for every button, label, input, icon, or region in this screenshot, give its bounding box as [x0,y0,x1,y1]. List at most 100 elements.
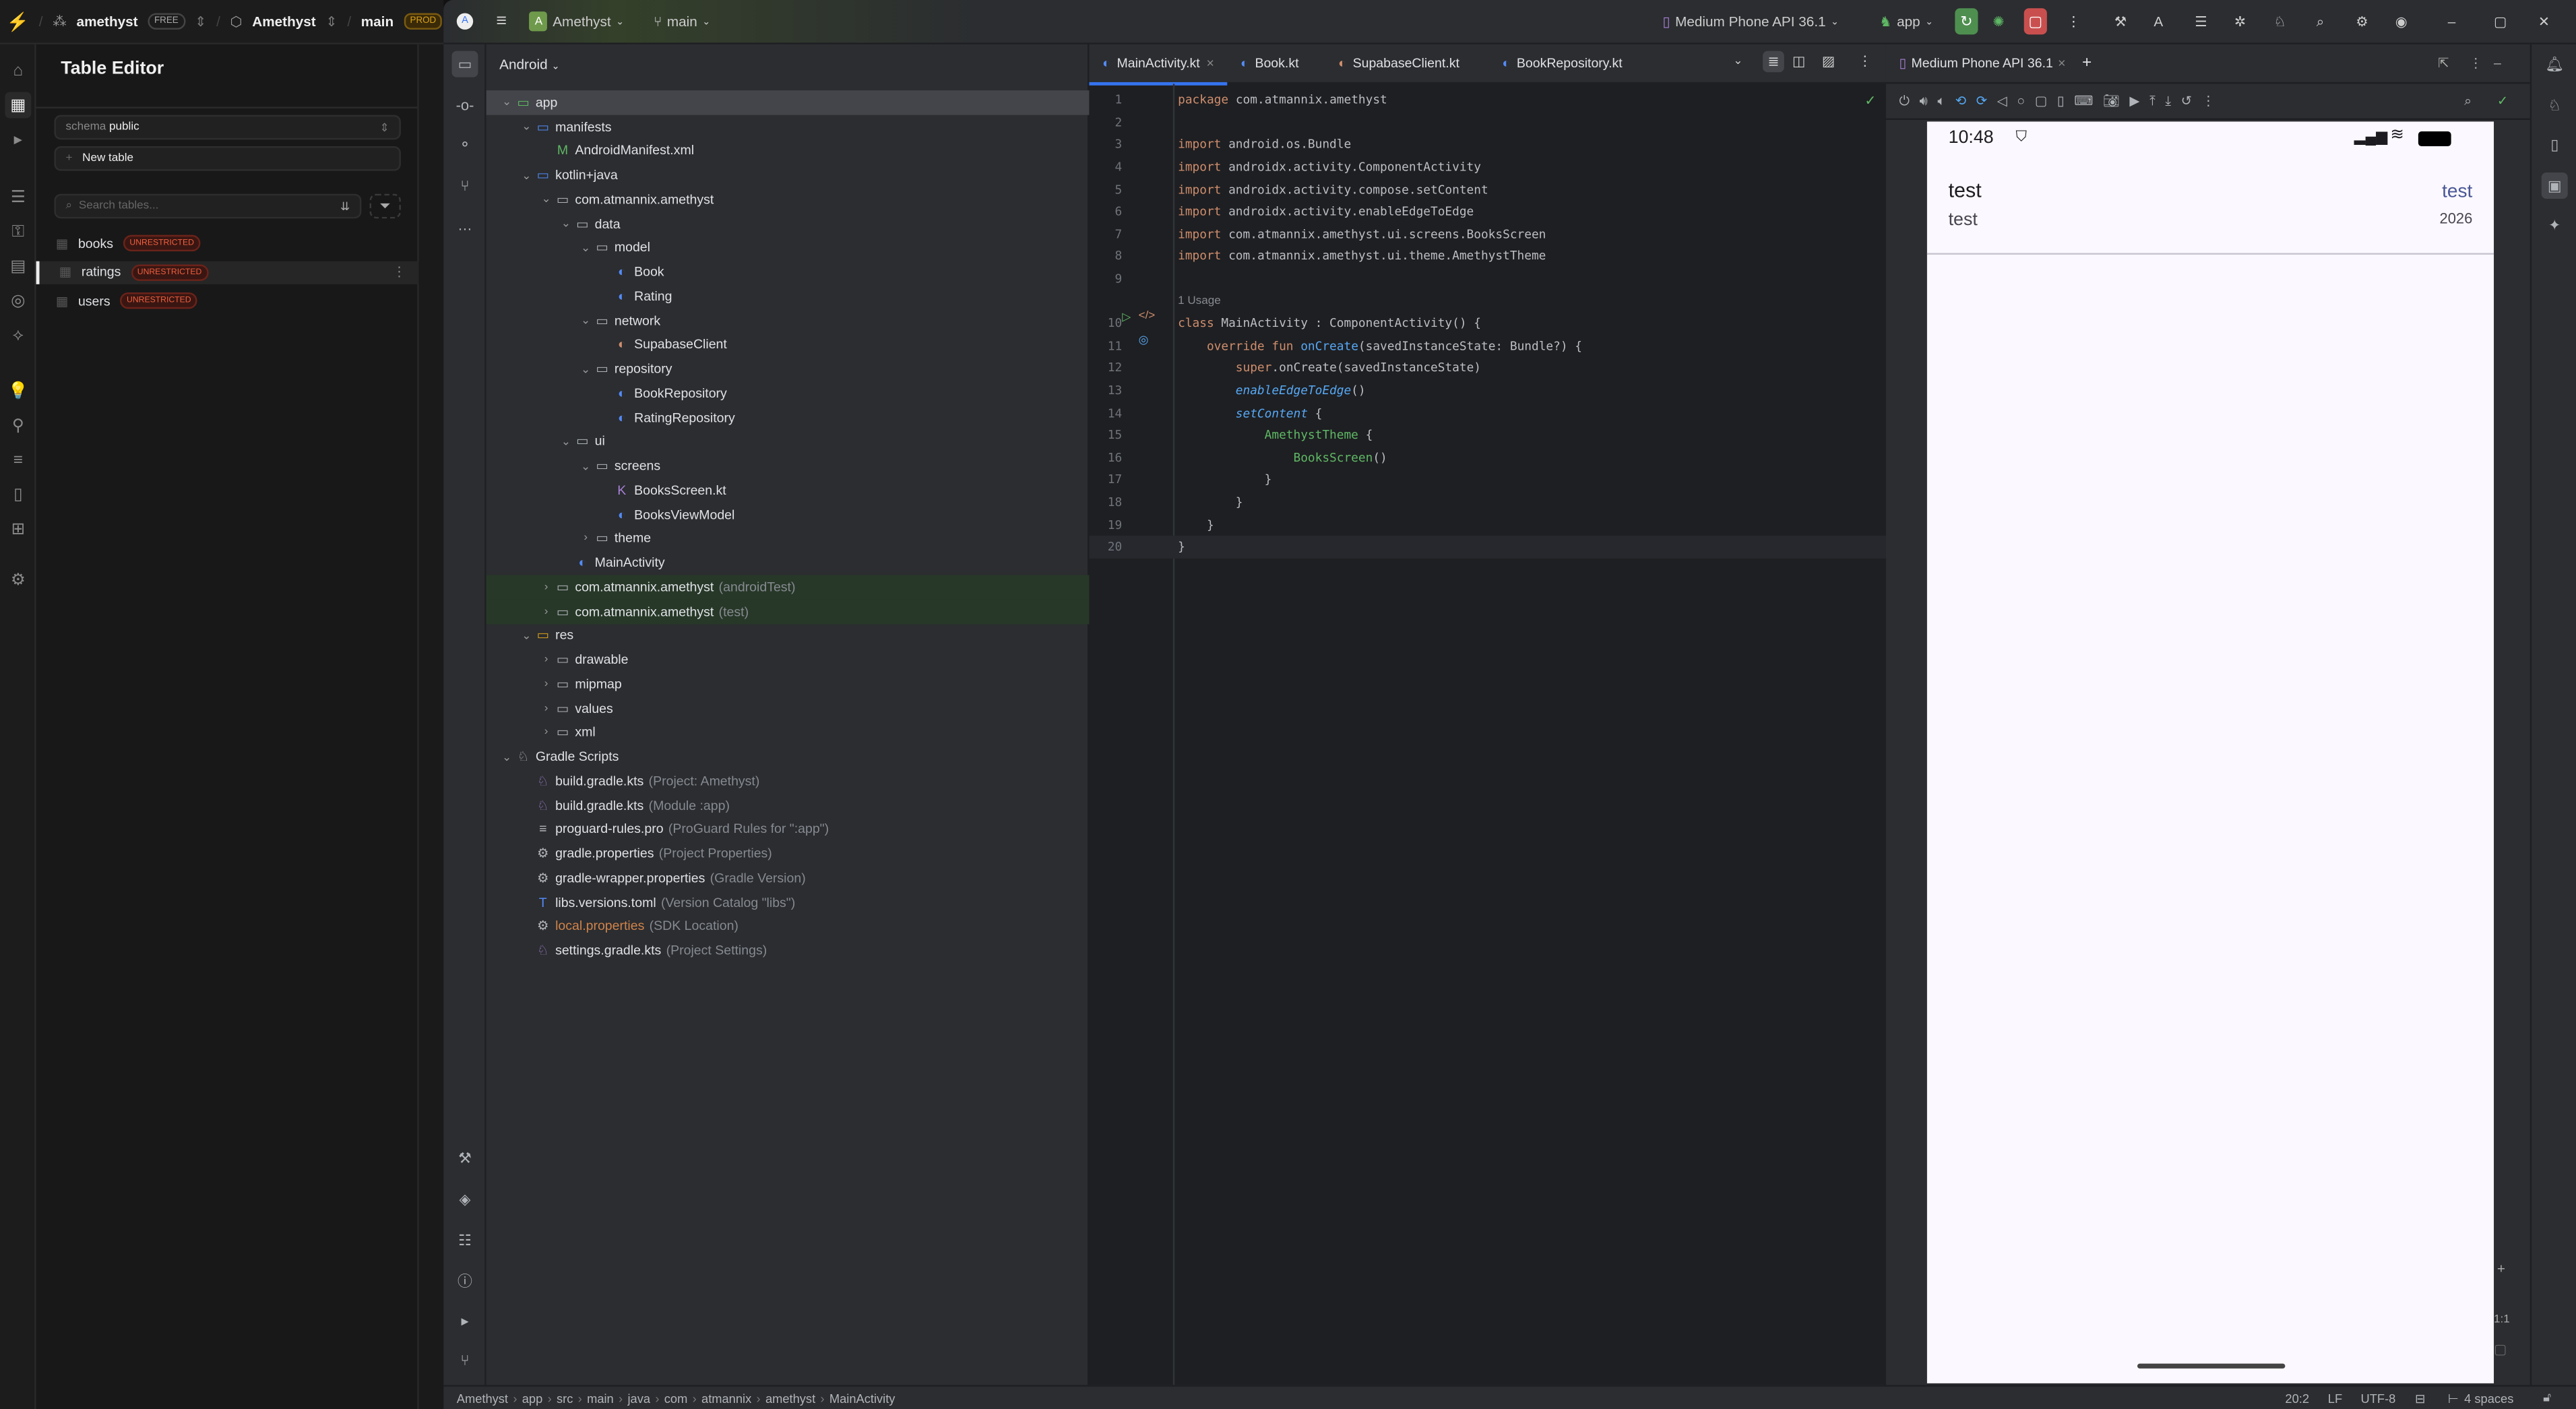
logs-icon[interactable]: ≡ [5,447,31,473]
compose-preview-gutter-icon[interactable]: </> [1139,311,1156,322]
problems-icon[interactable]: ⓘ [451,1267,478,1293]
pull-requests-icon[interactable]: ⑂ [451,173,478,199]
zoom-in-icon[interactable]: + [2497,1260,2505,1276]
chevron-down-icon[interactable]: ⌄ [519,168,534,182]
main-menu-icon[interactable]: ≡ [496,11,507,31]
breadcrumb-item[interactable]: app [522,1391,543,1406]
chevron-down-icon[interactable]: ⌄ [578,460,593,472]
caret-position[interactable]: 20:2 [2285,1391,2309,1406]
running-devices-icon[interactable]: ▣ [2541,173,2568,199]
code-text[interactable]: override fun onCreate(savedInstanceState… [1178,338,1582,353]
breadcrumb-item[interactable]: atmannix [701,1391,751,1406]
account-icon[interactable]: ◉ [2395,12,2408,30]
split-view-icon[interactable]: ◫ [1792,53,1806,71]
auth-icon[interactable]: ⚿ [5,218,31,245]
code-text[interactable]: class MainActivity : ComponentActivity()… [1178,316,1481,331]
chevron-down-icon[interactable]: ⌄ [559,217,573,230]
advisors-icon[interactable]: 💡 [5,378,31,404]
breadcrumb-item[interactable]: MainActivity [829,1391,896,1406]
chevron-right-icon[interactable]: › [539,582,554,593]
indent-setting[interactable]: 4 spaces [2464,1391,2513,1406]
usage-hint[interactable]: 1 Usage [1089,290,1885,312]
tree-item[interactable]: ⌄ ♘ Gradle Scripts [486,745,1090,769]
profiler-icon[interactable]: ✲ [2234,12,2246,30]
schema-select[interactable]: schema public ⇕ [54,115,401,140]
zoom-ratio[interactable]: 1:1 [2494,1314,2510,1325]
build-icon[interactable]: ⚒ [2114,12,2127,30]
add-device-icon[interactable]: + [2082,54,2092,72]
tree-item[interactable]: ≡ proguard-rules.pro (ProGuard Rules for "… [486,817,1090,842]
filter-button[interactable]: ⏷ [369,193,401,219]
download-icon[interactable]: ⤓ [2165,93,2171,109]
chevron-down-icon[interactable]: ⌄ [519,120,534,133]
chevron-right-icon[interactable]: › [539,727,554,739]
apply-changes-button[interactable]: ↻ [1955,8,1978,35]
breadcrumb-item[interactable]: main [587,1391,614,1406]
code-text[interactable]: BooksScreen() [1178,450,1387,465]
rotate-right-icon[interactable]: ⟳ [1976,94,1987,108]
tree-item[interactable]: Tlibs.versions.toml (Version Catalog "lib… [486,890,1090,914]
code-text[interactable]: import com.atmannix.amethyst.ui.screens.… [1178,226,1546,241]
tree-item[interactable]: › ▭ values [486,696,1090,720]
chevron-right-icon[interactable]: › [539,703,554,714]
gemini-icon[interactable]: ✦ [2542,212,2568,239]
emulator-screen[interactable]: 10:48 ⛉ ▂▄▆ ≋ test test test 2026 [1926,121,2494,1383]
logcat-icon[interactable]: ☷ [451,1227,478,1253]
chevron-down-icon[interactable]: ⌄ [539,193,554,206]
close-icon[interactable]: ✕ [2538,12,2550,30]
sql-editor-icon[interactable]: ▸ [5,127,31,153]
lock-icon[interactable]: 🔓︎ [2543,1390,2551,1406]
code-text[interactable]: import com.atmannix.amethyst.ui.theme.Am… [1178,249,1546,263]
more-actions-icon[interactable]: ⋮ [2067,12,2081,30]
run-config-selector[interactable]: ♞ app ⌄ [1879,12,1933,30]
tree-item[interactable]: ◐ BooksViewModel [486,502,1090,526]
code-text[interactable]: package com.atmannix.amethyst [1178,92,1387,107]
design-view-icon[interactable]: ▨ [1822,53,1835,71]
close-tab-icon[interactable]: × [1206,56,1214,71]
keyboard-icon[interactable]: ⌨ [2074,94,2093,108]
line-separator[interactable]: LF [2328,1391,2342,1406]
back-icon[interactable]: ◁ [1997,94,2007,108]
run-gutter-icon[interactable]: ▷ [1122,311,1131,323]
overview-icon[interactable]: ▢ [2035,94,2047,108]
code-text[interactable]: } [1178,495,1243,509]
tree-item[interactable]: ♘ build.gradle.kts (Module :app) [486,793,1090,817]
code-text[interactable]: import androidx.activity.enableEdgeToEdg… [1178,204,1474,219]
file-encoding[interactable]: UTF-8 [2361,1391,2396,1406]
hide-panel-icon[interactable]: – [2494,56,2501,71]
debug-icon[interactable]: ✺ [1992,12,2004,30]
code-text[interactable]: super.onCreate(savedInstanceState) [1178,361,1481,375]
tree-item[interactable]: ◐ MainActivity [486,551,1090,575]
breadcrumb-item[interactable]: Amethyst [457,1391,508,1406]
tree-item[interactable]: ◐ RatingRepository [486,406,1090,430]
integrations-icon[interactable]: ⊞ [5,516,31,542]
tab-book-kt[interactable]: ◐ Book.kt [1227,44,1312,84]
tree-item[interactable]: ◐ SupabaseClient [486,333,1090,357]
code-text[interactable]: import androidx.activity.ComponentActivi… [1178,160,1481,175]
search-tables-input[interactable]: ⌕ Search tables... ⇊ [54,193,362,219]
screenshot-icon[interactable]: 📷︎ [2103,94,2120,108]
chevron-down-icon[interactable]: ⌄ [559,435,573,448]
tab-list-icon[interactable]: ⌄ [1733,54,1742,67]
table-editor-icon[interactable]: ▦ [5,92,32,119]
sort-icon[interactable]: ⇊ [340,199,350,213]
notifications-icon[interactable]: 🔔︎ [2542,51,2568,77]
readonly-toggle-icon[interactable]: ⊟ [2415,1391,2425,1406]
project-name[interactable]: Amethyst [252,13,315,30]
chevron-right-icon[interactable]: › [539,654,554,666]
volume-down-icon[interactable]: 🔈︎ [1937,93,1945,109]
device-manager-icon[interactable]: ▯ [2542,131,2568,158]
breadcrumb-item[interactable]: amethyst [765,1391,815,1406]
breadcrumb-item[interactable]: src [557,1391,573,1406]
chevron-down-icon[interactable]: ⌄ [578,314,593,327]
reports-icon[interactable]: ⚲ [5,412,31,439]
upload-icon[interactable]: ⤒ [2149,93,2156,109]
device-selector[interactable]: ▯ Medium Phone API 36.1 ⌄ [1662,12,1839,30]
chevron-down-icon[interactable]: ⌄ [578,241,593,255]
tree-item[interactable]: ⚙ gradle-wrapper.properties (Gradle Versio… [486,866,1090,890]
screen-record-icon[interactable]: ▶ [2129,94,2139,108]
breadcrumb-item[interactable]: com [664,1391,688,1406]
tab-supabaseclient-kt[interactable]: ◐ SupabaseClient.kt [1325,44,1473,84]
tree-item[interactable]: ◐ Book [486,260,1090,284]
new-table-button[interactable]: + New table [54,146,401,171]
